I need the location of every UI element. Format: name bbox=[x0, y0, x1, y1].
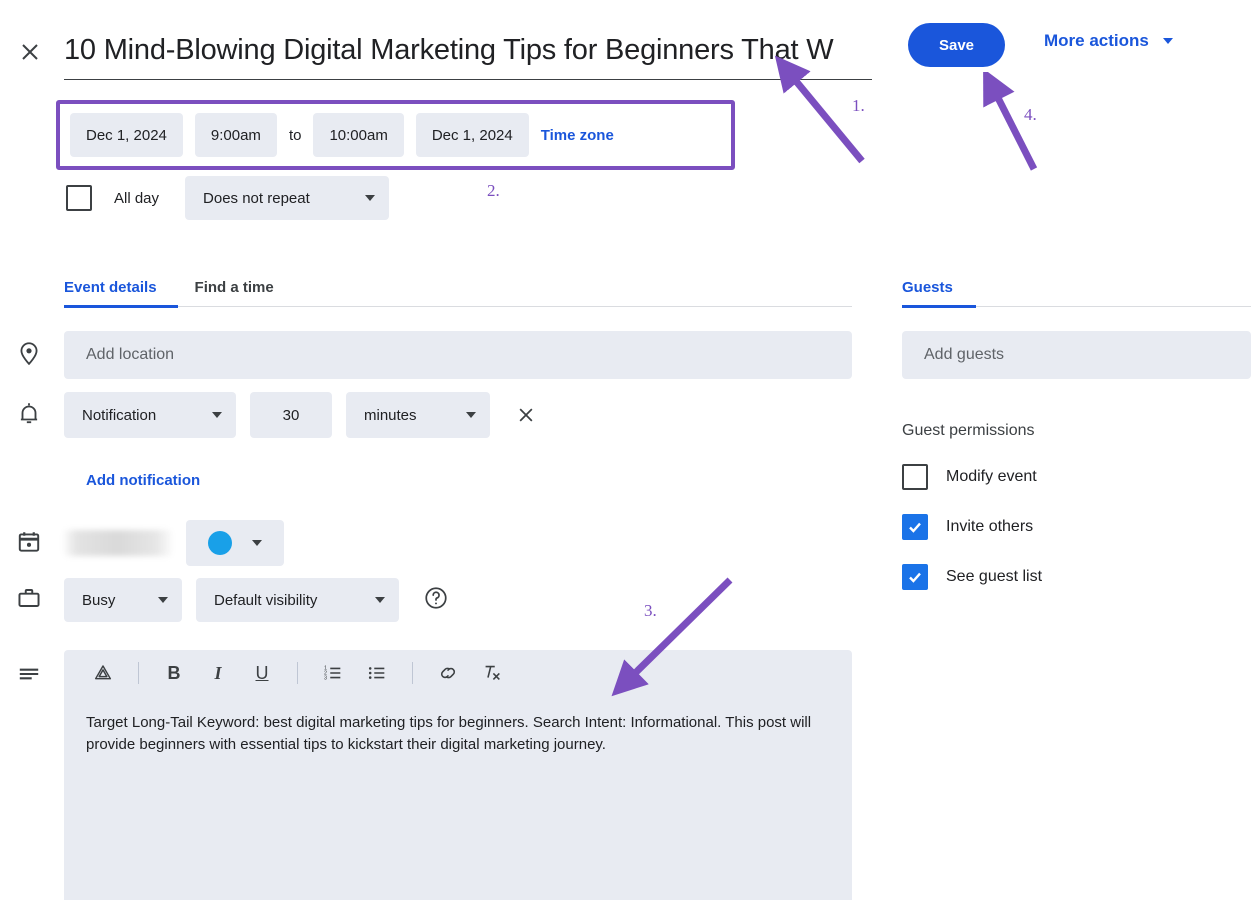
busy-dropdown[interactable]: Busy bbox=[64, 578, 182, 622]
permission-modify-event[interactable]: Modify event bbox=[902, 464, 1037, 490]
end-time-field[interactable]: 10:00am bbox=[313, 113, 404, 157]
calendar-icon bbox=[16, 529, 44, 557]
save-button-label: Save bbox=[938, 36, 975, 54]
location-input[interactable]: Add location bbox=[64, 331, 852, 379]
description-text[interactable]: Target Long-Tail Keyword: best digital m… bbox=[64, 696, 852, 756]
chevron-down-icon bbox=[375, 597, 385, 603]
chevron-down-icon bbox=[252, 540, 262, 546]
visibility-dropdown-value: Default visibility bbox=[214, 591, 318, 609]
underline-icon[interactable]: U bbox=[247, 658, 277, 688]
tab-divider-guests bbox=[902, 305, 1251, 308]
start-time-field[interactable]: 9:00am bbox=[194, 113, 277, 157]
see-guest-list-checkbox[interactable] bbox=[902, 564, 928, 590]
date-time-row: Dec 1, 2024 9:00am to 10:00am Dec 1, 202… bbox=[70, 113, 614, 157]
tab-divider bbox=[64, 305, 852, 308]
clear-formatting-icon[interactable] bbox=[477, 658, 507, 688]
annotation-number-3: 3. bbox=[644, 601, 657, 620]
notification-unit-value: minutes bbox=[364, 406, 417, 424]
event-title-text: 10 Mind-Blowing Digital Marketing Tips f… bbox=[64, 34, 834, 66]
link-icon[interactable] bbox=[433, 658, 463, 688]
notification-row: Notification 30 minutes bbox=[64, 392, 540, 438]
more-actions-button[interactable]: More actions bbox=[1044, 31, 1173, 51]
chevron-down-icon bbox=[212, 412, 222, 418]
modify-event-checkbox[interactable] bbox=[902, 464, 928, 490]
notification-type-dropdown[interactable]: Notification bbox=[64, 392, 236, 438]
all-day-label: All day bbox=[114, 189, 160, 207]
bulleted-list-icon[interactable] bbox=[362, 658, 392, 688]
numbered-list-icon[interactable]: 1 2 3 bbox=[318, 658, 348, 688]
repeat-dropdown-value: Does not repeat bbox=[203, 189, 310, 207]
time-zone-button[interactable]: Time zone bbox=[541, 127, 614, 144]
help-icon[interactable] bbox=[423, 585, 449, 616]
guest-permissions-title: Guest permissions bbox=[902, 422, 1035, 439]
chevron-down-icon bbox=[1162, 38, 1173, 44]
notification-type-value: Notification bbox=[82, 406, 157, 424]
tab-event-details[interactable]: Event details bbox=[64, 279, 157, 306]
toolbar-divider bbox=[412, 662, 413, 684]
editor-toolbar: B I U 1 2 3 bbox=[64, 650, 852, 696]
notification-unit-dropdown[interactable]: minutes bbox=[346, 392, 490, 438]
see-guest-list-label: See guest list bbox=[946, 568, 1043, 585]
toolbar-divider bbox=[138, 662, 139, 684]
briefcase-icon bbox=[16, 585, 44, 613]
tab-guests[interactable]: Guests bbox=[902, 279, 953, 306]
all-day-row: All day Does not repeat bbox=[66, 176, 390, 220]
event-title-field[interactable]: 10 Mind-Blowing Digital Marketing Tips f… bbox=[64, 22, 872, 80]
visibility-dropdown[interactable]: Default visibility bbox=[196, 578, 399, 622]
drive-icon[interactable] bbox=[88, 658, 118, 688]
notification-amount-input[interactable]: 30 bbox=[250, 392, 332, 438]
invite-others-label: Invite others bbox=[946, 518, 1034, 535]
calendar-name-redacted[interactable] bbox=[64, 530, 172, 556]
annotation-number-4: 4. bbox=[1024, 105, 1037, 124]
left-tabstrip: Event details Find a time bbox=[64, 268, 852, 308]
description-lines-icon bbox=[16, 661, 44, 689]
add-notification-button[interactable]: Add notification bbox=[86, 472, 200, 489]
tab-find-a-time[interactable]: Find a time bbox=[195, 279, 274, 306]
close-icon[interactable] bbox=[14, 36, 46, 68]
chevron-down-icon bbox=[466, 412, 476, 418]
remove-notification-button[interactable] bbox=[512, 401, 540, 429]
location-placeholder: Add location bbox=[86, 346, 175, 363]
more-actions-label: More actions bbox=[1044, 31, 1149, 50]
chevron-down-icon bbox=[365, 195, 376, 201]
permission-see-guest-list[interactable]: See guest list bbox=[902, 564, 1042, 590]
start-date-field[interactable]: Dec 1, 2024 bbox=[70, 113, 183, 157]
availability-row: Busy Default visibility bbox=[64, 578, 449, 622]
active-tab-indicator-guests bbox=[902, 305, 976, 308]
repeat-dropdown[interactable]: Does not repeat bbox=[185, 176, 390, 220]
color-swatch bbox=[208, 531, 232, 555]
permission-invite-others[interactable]: Invite others bbox=[902, 514, 1033, 540]
toolbar-divider bbox=[297, 662, 298, 684]
chevron-down-icon bbox=[158, 597, 168, 603]
annotation-arrow-4 bbox=[983, 72, 1038, 171]
annotation-number-2: 2. bbox=[487, 181, 500, 200]
event-editor-page: 10 Mind-Blowing Digital Marketing Tips f… bbox=[0, 0, 1251, 900]
svg-text:3: 3 bbox=[324, 676, 327, 682]
location-pin-icon bbox=[16, 340, 44, 368]
save-button[interactable]: Save bbox=[908, 23, 1005, 67]
bold-icon[interactable]: B bbox=[159, 658, 189, 688]
modify-event-label: Modify event bbox=[946, 468, 1037, 485]
end-date-field[interactable]: Dec 1, 2024 bbox=[415, 113, 529, 157]
bell-icon bbox=[16, 400, 44, 428]
calendar-selector-row bbox=[64, 520, 284, 566]
annotation-number-1: 1. bbox=[852, 96, 865, 115]
invite-others-checkbox[interactable] bbox=[902, 514, 928, 540]
italic-icon[interactable]: I bbox=[203, 658, 233, 688]
all-day-checkbox[interactable] bbox=[66, 185, 92, 211]
add-guests-placeholder: Add guests bbox=[924, 346, 1005, 363]
to-label: to bbox=[288, 126, 302, 144]
right-tabstrip: Guests bbox=[902, 268, 1251, 308]
add-guests-input[interactable]: Add guests bbox=[902, 331, 1251, 379]
description-editor[interactable]: B I U 1 2 3 Target Long-Tail Keyword: be… bbox=[64, 650, 852, 900]
active-tab-indicator bbox=[64, 305, 178, 308]
event-color-dropdown[interactable] bbox=[186, 520, 284, 566]
busy-dropdown-value: Busy bbox=[82, 591, 116, 609]
